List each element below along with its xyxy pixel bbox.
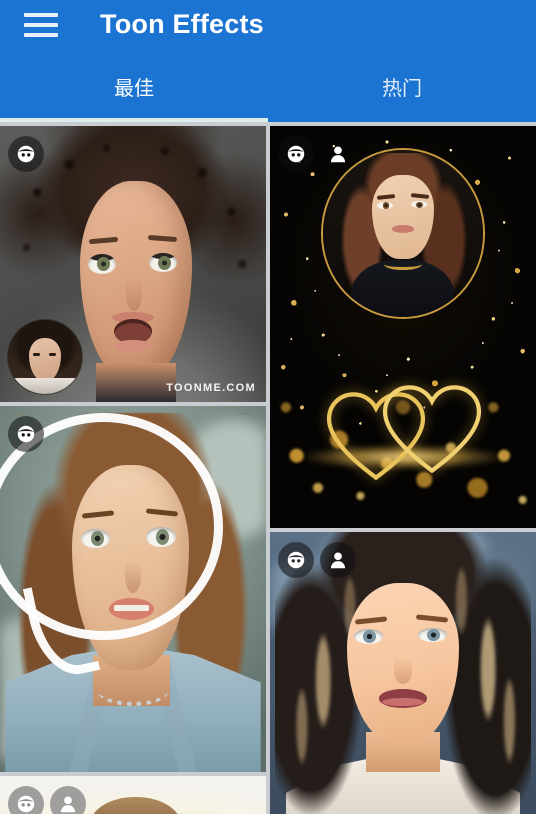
card-artwork (270, 126, 536, 528)
face-icon (17, 145, 35, 163)
effect-card-toon-cream[interactable] (0, 776, 266, 814)
thumbnail-eye-left (33, 352, 41, 356)
original-photo-thumbnail (8, 320, 82, 394)
iris (416, 201, 424, 208)
card-artwork (0, 406, 266, 772)
lower-lip (114, 339, 152, 353)
person-icon (330, 552, 346, 569)
eye-right (148, 252, 177, 273)
iris (426, 628, 440, 642)
effect-card-gold-hearts[interactable] (270, 126, 536, 528)
hamburger-line (24, 13, 58, 17)
face-icon-badge[interactable] (8, 786, 44, 814)
face-icon-badge[interactable] (8, 416, 44, 452)
face-icon (17, 795, 35, 813)
card-badges (8, 786, 86, 814)
necklace (98, 677, 168, 707)
iris (158, 255, 172, 270)
card-badges (278, 136, 356, 172)
gold-heart-right-icon (382, 385, 482, 474)
eye-left (353, 629, 384, 645)
person-icon-badge[interactable] (50, 786, 86, 814)
tab-best-label: 最佳 (114, 78, 154, 100)
hamburger-line (24, 23, 58, 27)
thumbnail-face (29, 337, 61, 381)
circular-portrait-frame (320, 148, 486, 319)
eye-left (87, 254, 116, 274)
grid-column-right (270, 126, 536, 814)
hamburger-line (24, 33, 58, 37)
person-icon-badge[interactable] (320, 136, 356, 172)
tab-popular[interactable]: 热门 (268, 62, 536, 122)
tab-popular-label: 热门 (382, 78, 422, 100)
effect-card-toon-highlights[interactable] (270, 532, 536, 814)
thumbnail-eye-right (49, 352, 57, 356)
iris (363, 630, 376, 643)
neck-and-shoulders (95, 363, 176, 402)
tab-bar: 最佳 热门 (0, 62, 536, 122)
portrait-mouth (391, 225, 415, 233)
grid-column-left: TOONME.COM (0, 126, 266, 814)
face-icon (17, 425, 35, 443)
effects-grid: TOONME.COM (0, 122, 536, 814)
portrait-face (372, 175, 434, 259)
person-icon-badge[interactable] (320, 542, 356, 578)
app-root: Toon Effects 最佳 热门 TOONME.COM (0, 0, 536, 814)
iris (97, 257, 111, 271)
nose (393, 657, 413, 684)
page-title: Toon Effects (100, 9, 264, 39)
card-badges (278, 542, 356, 578)
person-icon (330, 146, 346, 163)
effect-card-toon-curly[interactable]: TOONME.COM (0, 126, 266, 402)
person-icon (60, 796, 76, 813)
watermark-text: TOONME.COM (166, 382, 256, 394)
face-icon-badge[interactable] (8, 136, 44, 172)
hamburger-menu-icon[interactable] (24, 10, 60, 40)
card-badges (8, 136, 44, 172)
eye-right (417, 627, 447, 643)
iris (382, 202, 390, 209)
face-icon (287, 145, 305, 163)
face-icon (287, 551, 305, 569)
effect-card-toon-doll[interactable] (0, 406, 266, 772)
tab-best[interactable]: 最佳 (0, 62, 268, 122)
face-icon-badge[interactable] (278, 542, 314, 578)
app-bar: Toon Effects 最佳 热门 (0, 0, 536, 122)
face-icon-badge[interactable] (278, 136, 314, 172)
card-badges (8, 416, 44, 452)
app-bar-top: Toon Effects (0, 0, 536, 62)
thumbnail-shoulders (8, 377, 82, 394)
